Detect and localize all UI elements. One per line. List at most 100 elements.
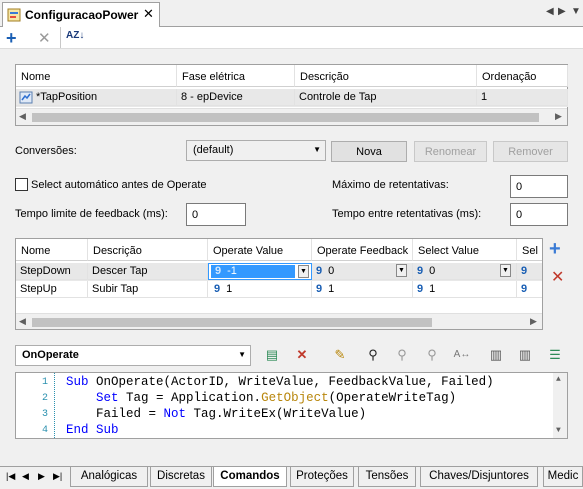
bottom-tab-bar: |◀ ◀ ▶ ▶| Analógicas Discretas Comandos Pro… bbox=[0, 466, 583, 489]
tab-scroll-right-icon[interactable]: ▶ bbox=[558, 6, 566, 17]
cell-select-value[interactable]: 90 ▼ bbox=[413, 263, 517, 280]
code-line[interactable]: Sub OnOperate(ActorID, WriteValue, Feedb… bbox=[66, 375, 494, 389]
chevron-down-icon[interactable]: ▼ bbox=[500, 264, 511, 277]
cell-sel[interactable]: 9 bbox=[517, 263, 542, 280]
code-token: End Sub bbox=[66, 423, 119, 437]
select-auto-checkbox[interactable] bbox=[15, 178, 28, 191]
tab-scroll-left-icon[interactable]: ◀ bbox=[546, 6, 554, 17]
table-row[interactable]: StepUp Subir Tap 91 91 91 9 bbox=[16, 281, 542, 299]
remover-button[interactable]: Remover bbox=[493, 141, 568, 162]
select-value: 0 bbox=[429, 265, 436, 277]
code-line[interactable]: Set Tag = Application.GetObject(OperateW… bbox=[66, 391, 456, 405]
uncomment-icon[interactable]: ▥ bbox=[516, 346, 534, 364]
table-row[interactable]: StepDown Descer Tap 9 -1 ▼ 90 ▼ 90 ▼ 9 bbox=[16, 263, 542, 281]
gutter-divider bbox=[54, 373, 56, 438]
code-token: Tag.WriteEx(WriteValue) bbox=[186, 407, 367, 421]
prev-tab-icon[interactable]: ◀ bbox=[22, 471, 29, 482]
scroll-left-icon[interactable]: ◀ bbox=[19, 316, 26, 327]
tab-medic[interactable]: Medic bbox=[543, 467, 583, 487]
tab-discretas[interactable]: Discretas bbox=[150, 467, 212, 487]
tab-comandos[interactable]: Comandos bbox=[213, 467, 287, 487]
event-select[interactable]: OnOperate ▼ bbox=[15, 345, 251, 366]
tempo-limite-label: Tempo limite de feedback (ms): bbox=[15, 208, 168, 220]
chevron-down-icon: ▼ bbox=[238, 350, 246, 359]
close-tab-icon[interactable]: ✕ bbox=[143, 6, 154, 22]
tab-tens-es[interactable]: Tensões bbox=[358, 467, 416, 487]
tab-chaves-disjuntores[interactable]: Chaves/Disjuntores bbox=[420, 467, 538, 487]
scroll-down-icon[interactable]: ▼ bbox=[556, 426, 561, 435]
column-header-operate-feedback[interactable]: Operate Feedback bbox=[312, 239, 413, 261]
integer-type-icon: 9 bbox=[316, 265, 323, 277]
cell-operate-feedback[interactable]: 90 ▼ bbox=[312, 263, 413, 280]
first-tab-icon[interactable]: |◀ bbox=[6, 471, 15, 482]
column-header-fase[interactable]: Fase elétrica bbox=[177, 65, 295, 87]
find-icon[interactable]: ⚲ bbox=[364, 346, 382, 364]
operate-value-editor[interactable]: 9 -1 ▼ bbox=[208, 263, 312, 280]
script-editor[interactable]: 1 Sub OnOperate(ActorID, WriteValue, Feed… bbox=[15, 372, 568, 439]
cell-operate-feedback[interactable]: 91 bbox=[312, 281, 413, 298]
check-syntax-icon[interactable]: ☰ bbox=[546, 346, 564, 364]
tags-grid-scrollbar[interactable]: ◀ ▶ bbox=[16, 108, 567, 125]
add-command-icon[interactable]: + bbox=[549, 239, 561, 259]
nova-button[interactable]: Nova bbox=[331, 141, 407, 162]
tab-anal-gicas[interactable]: Analógicas bbox=[70, 467, 148, 487]
cell-fase: 8 - epDevice bbox=[177, 89, 295, 106]
max-retentativas-input[interactable]: 0 bbox=[510, 175, 568, 198]
column-header-nome[interactable]: Nome bbox=[16, 239, 88, 261]
insert-icon[interactable]: ▤ bbox=[263, 346, 281, 364]
tab-list-icon[interactable]: ▼ bbox=[571, 6, 581, 17]
conversoes-select[interactable]: (default) ▼ bbox=[186, 140, 326, 161]
code-line[interactable]: Failed = Not Tag.WriteEx(WriteValue) bbox=[66, 407, 366, 421]
tab-prote-es[interactable]: Proteções bbox=[290, 467, 354, 487]
tag-icon bbox=[19, 91, 33, 104]
cell-select-value[interactable]: 91 bbox=[413, 281, 517, 298]
column-header-descricao[interactable]: Descrição bbox=[88, 239, 208, 261]
column-header-sel[interactable]: Sel bbox=[517, 239, 542, 261]
replace-icon[interactable]: ⚲ bbox=[423, 346, 441, 364]
add-icon[interactable]: + bbox=[6, 28, 17, 49]
scroll-right-icon[interactable]: ▶ bbox=[555, 111, 562, 122]
tempo-entre-label: Tempo entre retentativas (ms): bbox=[332, 208, 482, 220]
table-row[interactable]: *TapPosition 8 - epDevice Controle de Ta… bbox=[16, 89, 568, 107]
wizard-icon[interactable]: ✎ bbox=[331, 346, 349, 364]
cell-sel[interactable]: 9 bbox=[517, 281, 542, 298]
cell-nome: StepDown bbox=[16, 263, 88, 280]
scrollbar-thumb[interactable] bbox=[32, 113, 539, 122]
column-header-descricao[interactable]: Descrição bbox=[295, 65, 477, 87]
line-number: 1 bbox=[41, 377, 48, 388]
tempo-entre-input[interactable]: 0 bbox=[510, 203, 568, 226]
operate-value-selection: 9 -1 bbox=[211, 265, 295, 278]
last-tab-icon[interactable]: ▶| bbox=[53, 471, 62, 482]
integer-type-icon: 9 bbox=[215, 265, 222, 277]
commands-grid-scrollbar[interactable]: ◀ ▶ bbox=[16, 313, 542, 329]
document-tab[interactable]: ConfiguracaoPower ✕ bbox=[2, 2, 160, 27]
delete-script-icon[interactable]: ✕ bbox=[293, 346, 311, 364]
find-next-icon[interactable]: ⚲ bbox=[393, 346, 411, 364]
remove-command-icon[interactable]: ✕ bbox=[551, 268, 564, 288]
code-line[interactable]: End Sub bbox=[66, 423, 119, 437]
code-token: OnOperate(ActorID, WriteValue, FeedbackV… bbox=[88, 375, 494, 389]
replace-all-icon[interactable]: A↔ bbox=[453, 346, 471, 364]
column-header-nome[interactable]: Nome bbox=[16, 65, 177, 87]
renomear-button[interactable]: Renomear bbox=[414, 141, 487, 162]
scroll-left-icon[interactable]: ◀ bbox=[19, 111, 26, 122]
comment-icon[interactable]: ▥ bbox=[487, 346, 505, 364]
delete-icon[interactable]: ✕ bbox=[38, 29, 51, 47]
sort-az-icon[interactable]: AZ↓ bbox=[66, 30, 84, 41]
column-header-select-value[interactable]: Select Value bbox=[413, 239, 517, 261]
column-header-operate-value[interactable]: Operate Value bbox=[208, 239, 312, 261]
chevron-down-icon[interactable]: ▼ bbox=[396, 264, 407, 277]
scroll-up-icon[interactable]: ▲ bbox=[556, 375, 561, 384]
code-vertical-scrollbar[interactable]: ▲ ▼ bbox=[553, 373, 567, 438]
next-tab-icon[interactable]: ▶ bbox=[38, 471, 45, 482]
tempo-limite-input[interactable]: 0 bbox=[186, 203, 246, 226]
integer-type-icon: 9 bbox=[521, 265, 528, 277]
cell-descricao: Descer Tap bbox=[88, 263, 208, 280]
chevron-down-icon[interactable]: ▼ bbox=[298, 265, 309, 278]
column-header-ordenacao[interactable]: Ordenação bbox=[477, 65, 568, 87]
code-token: Failed = bbox=[66, 407, 164, 421]
cell-operate-value[interactable]: 91 bbox=[208, 281, 312, 298]
scroll-right-icon[interactable]: ▶ bbox=[530, 316, 537, 327]
integer-type-icon: 9 bbox=[521, 283, 528, 295]
scrollbar-thumb[interactable] bbox=[32, 318, 432, 327]
